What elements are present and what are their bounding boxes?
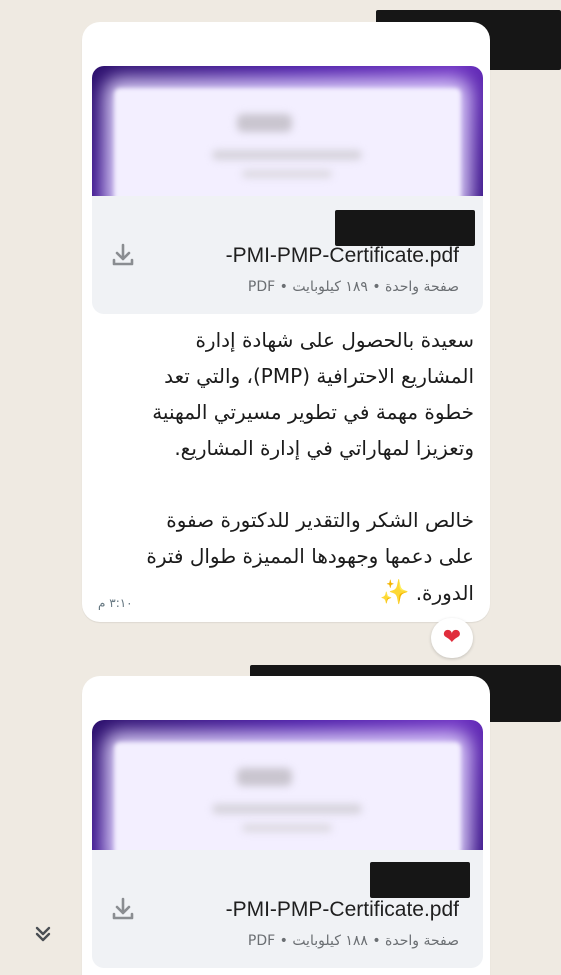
text-line: خالص الشكر والتقدير للدكتورة صفوة <box>166 508 474 532</box>
text-line: على دعمها وجهودها المميزة طوال فترة <box>146 544 474 568</box>
message-time: ٣:١٠ م <box>98 596 133 610</box>
message-text: سعيدة بالحصول على شهادة إدارة المشاريع ا… <box>104 322 474 611</box>
text-line: المشاريع الاحترافية (PMP)، والتي تعد <box>164 364 474 388</box>
double-chevron-down-icon <box>35 926 51 941</box>
reaction-heart[interactable]: ❤ <box>431 618 473 658</box>
file-name: -PMI-PMP-Certificate.pdf <box>225 898 459 921</box>
message-bubble[interactable]: -PMI-PMP-Certificate.pdf صفحة واحدة • ١٨… <box>82 22 490 622</box>
scroll-to-bottom-button[interactable] <box>22 912 64 954</box>
sparkles-emoji: ✨ <box>379 578 410 606</box>
redacted-block <box>370 862 470 898</box>
download-icon[interactable] <box>108 240 138 270</box>
redacted-block <box>335 210 475 246</box>
text-line: خطوة مهمة في تطوير مسيرتي المهنية <box>152 400 474 424</box>
file-name: -PMI-PMP-Certificate.pdf <box>225 244 459 267</box>
pdf-preview-thumbnail[interactable] <box>92 66 483 196</box>
pdf-preview-thumbnail[interactable] <box>92 720 483 850</box>
text-line: الدورة. <box>415 581 474 605</box>
text-line: سعيدة بالحصول على شهادة إدارة <box>195 328 474 352</box>
text-line-last: الدورة. ✨ <box>104 574 474 611</box>
message-bubble[interactable]: -PMI-PMP-Certificate.pdf صفحة واحدة • ١٨… <box>82 676 490 975</box>
file-meta: صفحة واحدة • ١٨٩ كيلوبايت • PDF <box>247 279 459 295</box>
download-icon[interactable] <box>108 894 138 924</box>
text-line: وتعزيزا لمهاراتي في إدارة المشاريع. <box>174 436 474 460</box>
file-meta: صفحة واحدة • ١٨٨ كيلوبايت • PDF <box>247 933 459 949</box>
